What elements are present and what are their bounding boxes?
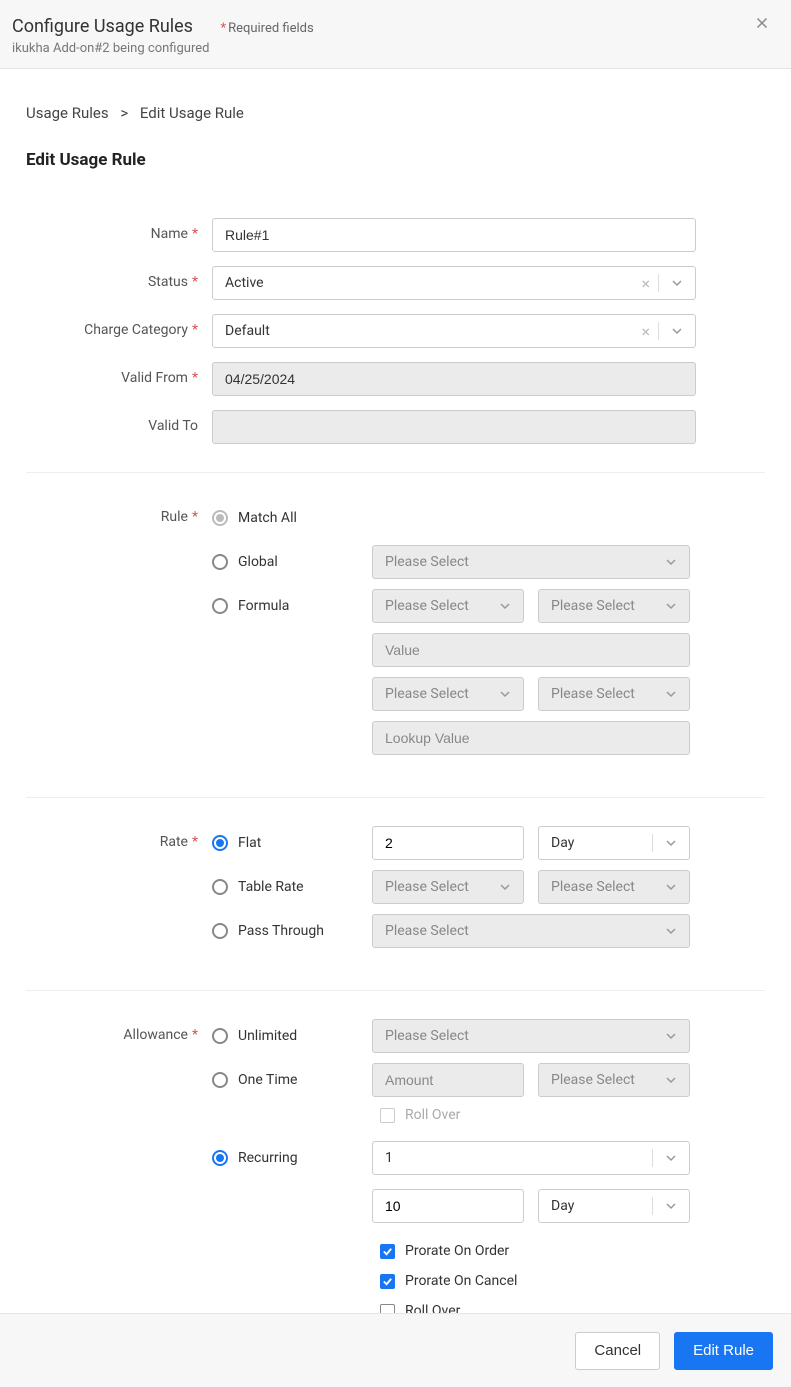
content-scroll[interactable]: Usage Rules > Edit Usage Rule Edit Usage… (0, 74, 791, 1313)
label-allowance: Allowance* (26, 1019, 212, 1043)
chevron-down-icon (659, 1200, 683, 1212)
label-rate: Rate* (26, 826, 212, 850)
rule-global-select: Please Select (372, 545, 690, 579)
chevron-down-icon (659, 600, 683, 612)
cancel-button[interactable]: Cancel (575, 1332, 660, 1370)
clear-icon[interactable]: × (639, 274, 652, 293)
allowance-onetime-option[interactable]: One Time (212, 1072, 372, 1088)
rollover-label: Roll Over (405, 1303, 460, 1313)
breadcrumb-current: Edit Usage Rule (140, 104, 244, 122)
rule-match-all-option: Match All (212, 510, 372, 526)
close-icon[interactable] (753, 14, 775, 36)
radio-icon (212, 923, 228, 939)
chevron-down-icon (659, 1074, 683, 1086)
label-name: Name* (26, 218, 212, 242)
rule-global-option[interactable]: Global (212, 554, 372, 570)
allowance-onetime-select: Please Select (538, 1063, 690, 1097)
prorate-order-label: Prorate On Order (405, 1243, 509, 1259)
breadcrumb-root[interactable]: Usage Rules (26, 104, 109, 122)
radio-icon (212, 879, 228, 895)
breadcrumb: Usage Rules > Edit Usage Rule (26, 104, 765, 122)
dialog-title: Configure Usage Rules (12, 16, 193, 37)
radio-icon (212, 1072, 228, 1088)
rollover-onetime-label: Roll Over (405, 1107, 460, 1123)
status-select[interactable]: Active × (212, 266, 696, 300)
rule-formula-option[interactable]: Formula (212, 598, 372, 614)
chevron-down-icon (493, 688, 517, 700)
rate-passthrough-select: Please Select (372, 914, 690, 948)
allowance-unlimited-select: Please Select (372, 1019, 690, 1053)
section-rule: Rule* Match All Global Please Select (26, 501, 765, 798)
section-allowance: Allowance* Unlimited Please Select O (26, 1019, 765, 1313)
rollover-checkbox[interactable] (380, 1304, 395, 1314)
recurring-qty-select[interactable]: 1 (372, 1141, 690, 1175)
rate-passthrough-option[interactable]: Pass Through (212, 923, 372, 939)
clear-icon[interactable]: × (639, 322, 652, 341)
chevron-down-icon (659, 925, 683, 937)
page-title: Edit Usage Rule (26, 150, 765, 170)
chevron-down-icon (659, 1030, 683, 1042)
breadcrumb-chevron: > (120, 104, 128, 122)
chevron-down-icon (493, 600, 517, 612)
valid-to-input (212, 410, 696, 444)
rollover-onetime-checkbox (380, 1108, 395, 1123)
radio-icon (212, 510, 228, 526)
prorate-cancel-checkbox[interactable] (380, 1274, 395, 1289)
name-input[interactable] (212, 218, 696, 252)
formula-select-2: Please Select (538, 589, 690, 623)
formula-value-input (372, 633, 690, 667)
section-rate: Rate* Flat Day (26, 826, 765, 991)
chevron-down-icon (659, 881, 683, 893)
chevron-down-icon (659, 837, 683, 849)
label-valid-from: Valid From* (26, 362, 212, 386)
rate-flat-option[interactable]: Flat (212, 835, 372, 851)
radio-icon (212, 554, 228, 570)
charge-category-select[interactable]: Default × (212, 314, 696, 348)
label-valid-to: Valid To (26, 410, 212, 434)
formula-select-4: Please Select (538, 677, 690, 711)
radio-icon (212, 835, 228, 851)
allowance-recurring-option[interactable]: Recurring (212, 1150, 372, 1166)
rate-table-option[interactable]: Table Rate (212, 879, 372, 895)
label-rule: Rule* (26, 501, 212, 525)
recurring-amount-input[interactable] (372, 1189, 524, 1223)
required-fields-hint: *Required fields (220, 21, 313, 36)
recurring-unit-select[interactable]: Day (538, 1189, 690, 1223)
radio-icon (212, 1028, 228, 1044)
prorate-cancel-label: Prorate On Cancel (405, 1273, 517, 1289)
allowance-amount-input (372, 1063, 524, 1097)
dialog-footer: Cancel Edit Rule (0, 1313, 791, 1387)
chevron-down-icon (659, 1152, 683, 1164)
radio-icon (212, 598, 228, 614)
prorate-order-checkbox[interactable] (380, 1244, 395, 1259)
label-status: Status* (26, 266, 212, 290)
section-basic: Name* Status* Active × Charge Category* … (26, 218, 765, 473)
radio-icon (212, 1150, 228, 1166)
formula-select-3: Please Select (372, 677, 524, 711)
rate-flat-unit-select[interactable]: Day (538, 826, 690, 860)
rate-table-select-1: Please Select (372, 870, 524, 904)
chevron-down-icon (665, 325, 689, 337)
chevron-down-icon (493, 881, 517, 893)
submit-button[interactable]: Edit Rule (674, 1332, 773, 1370)
dialog-header: Configure Usage Rules *Required fields i… (0, 0, 791, 69)
valid-from-input (212, 362, 696, 396)
chevron-down-icon (665, 277, 689, 289)
rate-table-select-2: Please Select (538, 870, 690, 904)
chevron-down-icon (659, 556, 683, 568)
dialog-subtitle: ikukha Add-on#2 being configured (12, 41, 771, 56)
allowance-unlimited-option[interactable]: Unlimited (212, 1028, 372, 1044)
label-charge-category: Charge Category* (26, 314, 212, 338)
rate-flat-value-input[interactable] (372, 826, 524, 860)
formula-select-1: Please Select (372, 589, 524, 623)
chevron-down-icon (659, 688, 683, 700)
formula-lookup-input (372, 721, 690, 755)
